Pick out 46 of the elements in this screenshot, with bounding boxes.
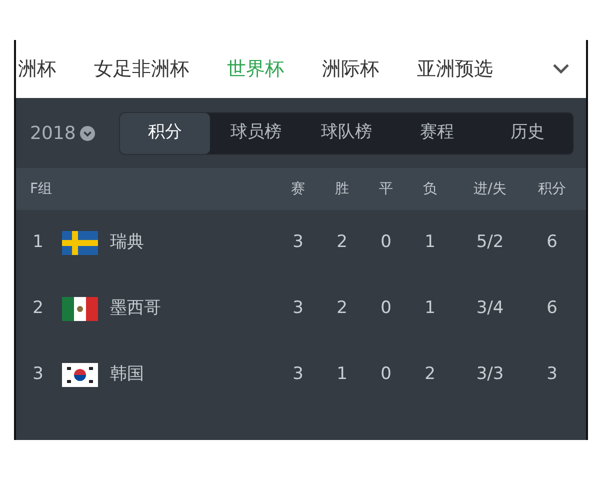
team-name: 韩国 bbox=[110, 363, 145, 386]
tab[interactable]: 洲际杯 bbox=[303, 40, 398, 98]
table-cell-text: 3 bbox=[292, 297, 304, 320]
tab[interactable]: 亚洲预选 bbox=[398, 40, 512, 98]
table-cell-text: 3 bbox=[292, 363, 304, 386]
table-cell-text: 2 bbox=[336, 231, 348, 254]
segment-tab[interactable]: 球队榜 bbox=[301, 112, 392, 154]
table-cell-text: 3/4 bbox=[475, 297, 505, 320]
column-header: 负 bbox=[422, 180, 438, 198]
column-header: 胜 bbox=[334, 180, 350, 198]
segment-tab[interactable]: 赛程 bbox=[392, 112, 482, 154]
column-header: 积分 bbox=[537, 180, 567, 198]
column-header: F组 bbox=[29, 180, 54, 198]
table-cell-text: 3 bbox=[546, 363, 558, 386]
tab[interactable]: 女足非洲杯 bbox=[75, 40, 208, 98]
rank-cell-text: 3 bbox=[32, 363, 44, 386]
table-cell-text: 1 bbox=[336, 363, 348, 386]
flag-icon bbox=[62, 231, 98, 255]
rank-cell-text: 2 bbox=[32, 297, 44, 320]
table-cell-text: 2 bbox=[424, 363, 436, 386]
table-cell-text: 3/3 bbox=[475, 363, 505, 386]
team-name: 墨西哥 bbox=[110, 297, 162, 320]
table-cell-text: 2 bbox=[336, 297, 348, 320]
flag-icon bbox=[62, 363, 98, 387]
table-cell-text: 1 bbox=[424, 297, 436, 320]
column-header: 进/失 bbox=[472, 180, 508, 198]
segment-tab[interactable]: 积分 bbox=[120, 112, 210, 154]
tab[interactable]: 洲杯 bbox=[16, 40, 75, 98]
table-cell-text: 1 bbox=[424, 231, 436, 254]
column-header: 平 bbox=[378, 180, 394, 198]
season-label[interactable]: 2018 bbox=[30, 120, 76, 146]
table-cell-text: 3 bbox=[292, 231, 304, 254]
table-cell-text: 5/2 bbox=[475, 231, 505, 254]
rank-cell-text: 1 bbox=[32, 231, 44, 254]
dropdown-icon[interactable] bbox=[80, 126, 95, 140]
chevron-down-icon[interactable] bbox=[552, 63, 570, 75]
team-name: 瑞典 bbox=[110, 231, 145, 254]
segment-tab[interactable]: 球员榜 bbox=[210, 112, 302, 154]
table-cell-text: 6 bbox=[546, 297, 558, 320]
table-cell-text: 0 bbox=[380, 363, 392, 386]
table-cell-text: 0 bbox=[380, 231, 392, 254]
column-header: 赛 bbox=[290, 180, 306, 198]
flag-icon bbox=[62, 297, 98, 321]
table-cell-text: 6 bbox=[546, 231, 558, 254]
segment-tab[interactable]: 历史 bbox=[482, 112, 574, 154]
table-cell-text: 0 bbox=[380, 297, 392, 320]
